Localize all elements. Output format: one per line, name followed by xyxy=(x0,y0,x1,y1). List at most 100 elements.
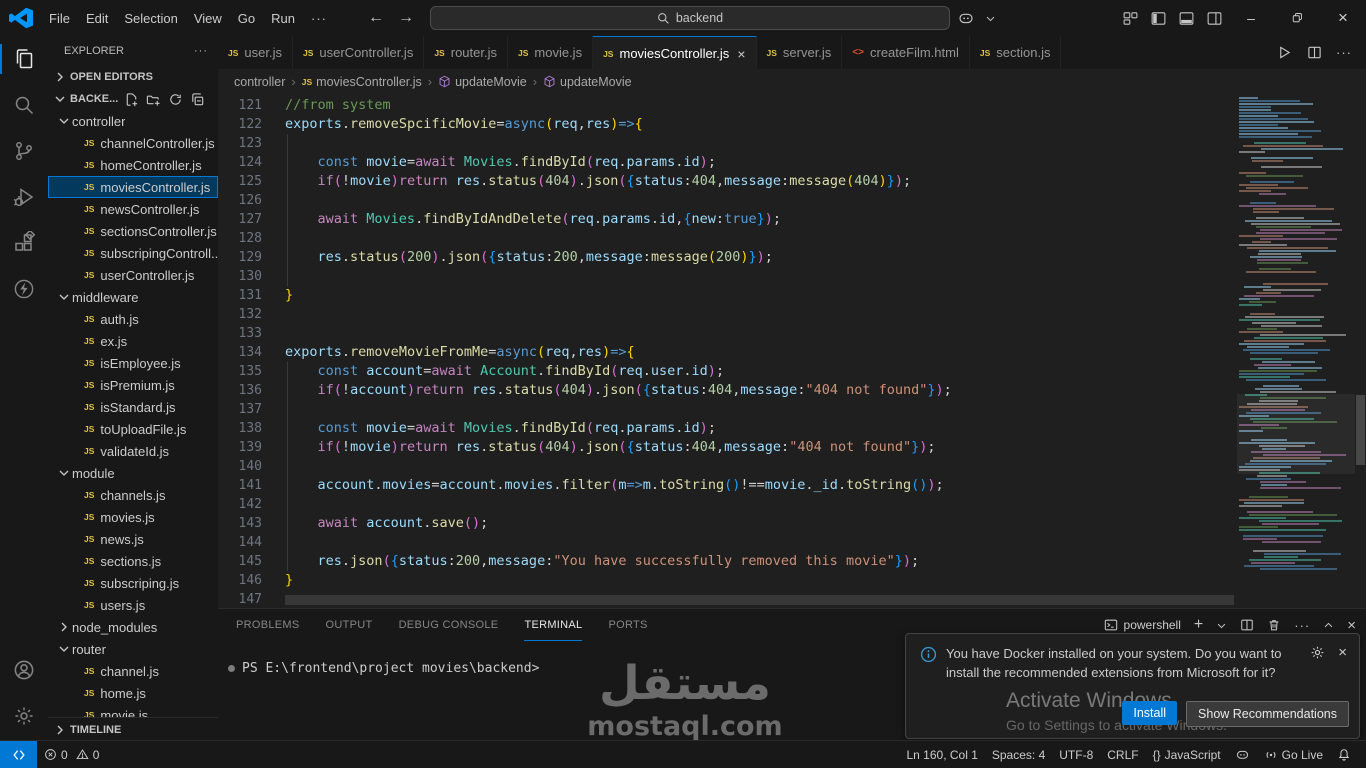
minimap-slider[interactable] xyxy=(1237,394,1355,474)
folder-controller[interactable]: controller xyxy=(48,110,218,132)
code-line-140[interactable]: 140 xyxy=(218,457,1237,476)
code-line-131[interactable]: 131} xyxy=(218,286,1237,305)
panel-more-icon[interactable]: ··· xyxy=(1294,618,1310,633)
code-line-129[interactable]: 129 res.status(200).json({status:200,mes… xyxy=(218,248,1237,267)
menu-selection[interactable]: Selection xyxy=(116,8,185,29)
encoding[interactable]: UTF-8 xyxy=(1052,741,1100,768)
extensions-icon[interactable] xyxy=(0,220,48,266)
tab-section-js[interactable]: JS section.js xyxy=(969,36,1062,69)
remote-indicator[interactable] xyxy=(0,741,37,768)
tab-usercontroller-js[interactable]: JS userController.js xyxy=(292,36,425,69)
forward-arrow-icon[interactable]: → xyxy=(398,9,414,27)
tab-moviescontroller-js[interactable]: JS moviesController.js × xyxy=(593,36,757,71)
file-news-js[interactable]: JS news.js xyxy=(48,528,218,550)
run-debug-icon[interactable] xyxy=(0,174,48,220)
file-channel-js[interactable]: JS channel.js xyxy=(48,660,218,682)
panel-tab-output[interactable]: OUTPUT xyxy=(326,609,373,641)
panel-tab-debug-console[interactable]: DEBUG CONSOLE xyxy=(399,609,499,641)
panel-tab-ports[interactable]: PORTS xyxy=(608,609,647,641)
copilot-icon[interactable] xyxy=(952,4,980,32)
panel-tab-problems[interactable]: PROBLEMS xyxy=(236,609,300,641)
code-line-141[interactable]: 141 account.movies=account.movies.filter… xyxy=(218,476,1237,495)
new-folder-icon[interactable] xyxy=(146,92,161,107)
source-control-icon[interactable] xyxy=(0,128,48,174)
code-line-125[interactable]: 125 if(!movie)return res.status(404).jso… xyxy=(218,172,1237,191)
file-home-js[interactable]: JS home.js xyxy=(48,682,218,704)
collapse-all-icon[interactable] xyxy=(190,92,205,107)
close-panel-icon[interactable]: × xyxy=(1347,617,1356,634)
file-moviescontroller-js[interactable]: JS moviesController.js xyxy=(48,176,218,198)
open-editors-section[interactable]: OPEN EDITORS xyxy=(48,66,218,88)
menu-overflow-icon[interactable]: ··· xyxy=(303,8,335,29)
file-isemployee-js[interactable]: JS isEmployee.js xyxy=(48,352,218,374)
install-button[interactable]: Install xyxy=(1122,701,1178,725)
editor-more-icon[interactable]: ··· xyxy=(1332,41,1356,65)
language-mode[interactable]: {} JavaScript xyxy=(1146,741,1228,768)
code-line-122[interactable]: 122 exports.removeSpcificMovie=async(req,… xyxy=(218,115,1237,134)
code-line-133[interactable]: 133 xyxy=(218,324,1237,343)
close-button[interactable]: × xyxy=(1320,1,1366,36)
run-file-icon[interactable] xyxy=(1272,41,1296,65)
tab-server-js[interactable]: JS server.js xyxy=(756,36,843,69)
file-ispremium-js[interactable]: JS isPremium.js xyxy=(48,374,218,396)
terminal-dropdown-icon[interactable] xyxy=(1216,620,1227,631)
file-validateid-js[interactable]: JS validateId.js xyxy=(48,440,218,462)
code-line-136[interactable]: 136 if(!account)return res.status(404).j… xyxy=(218,381,1237,400)
code-line-145[interactable]: 145 res.json({status:200,message:"You ha… xyxy=(218,552,1237,571)
file-users-js[interactable]: JS users.js xyxy=(48,594,218,616)
code-line-128[interactable]: 128 xyxy=(218,229,1237,248)
code-line-121[interactable]: 121//from system xyxy=(218,96,1237,115)
file-subscripingcontroll-[interactable]: JS subscripingControll... xyxy=(48,242,218,264)
code-line-146[interactable]: 146} xyxy=(218,571,1237,590)
copilot-chevron-down-icon[interactable] xyxy=(982,4,998,32)
file-sectionscontroller-js[interactable]: JS sectionsController.js xyxy=(48,220,218,242)
split-terminal-icon[interactable] xyxy=(1240,618,1254,632)
code-line-134[interactable]: 134 exports.removeMovieFromMe=async(req,r… xyxy=(218,343,1237,362)
customize-layout-icon[interactable] xyxy=(1116,4,1144,32)
code-line-139[interactable]: 139 if(!movie)return res.status(404).jso… xyxy=(218,438,1237,457)
tab-user-js[interactable]: JS user.js xyxy=(218,36,293,69)
maximize-button[interactable] xyxy=(1274,1,1320,36)
notifications-bell-icon[interactable] xyxy=(1330,741,1358,768)
file-touploadfile-js[interactable]: JS toUploadFile.js xyxy=(48,418,218,440)
code-line-144[interactable]: 144 xyxy=(218,533,1237,552)
timeline-section[interactable]: TIMELINE xyxy=(48,717,218,741)
folder-node-modules[interactable]: node_modules xyxy=(48,616,218,638)
code-line-132[interactable]: 132 xyxy=(218,305,1237,324)
toggle-panel-icon[interactable] xyxy=(1172,4,1200,32)
file-sections-js[interactable]: JS sections.js xyxy=(48,550,218,572)
breadcrumb-item[interactable]: JS moviesController.js xyxy=(302,75,422,89)
breadcrumb-item[interactable]: controller xyxy=(234,75,285,89)
menu-run[interactable]: Run xyxy=(263,8,303,29)
explorer-more-icon[interactable]: ··· xyxy=(194,45,208,57)
folder-module[interactable]: module xyxy=(48,462,218,484)
menu-file[interactable]: File xyxy=(41,8,78,29)
horizontal-scrollbar[interactable] xyxy=(285,595,1234,605)
kill-terminal-icon[interactable] xyxy=(1267,618,1281,632)
file-isstandard-js[interactable]: JS isStandard.js xyxy=(48,396,218,418)
code-line-138[interactable]: 138 const movie=await Movies.findById(re… xyxy=(218,419,1237,438)
notification-settings-icon[interactable] xyxy=(1310,645,1325,660)
code-line-142[interactable]: 142 xyxy=(218,495,1237,514)
file-auth-js[interactable]: JS auth.js xyxy=(48,308,218,330)
close-tab-icon[interactable]: × xyxy=(737,46,745,62)
thunder-client-icon[interactable] xyxy=(0,266,48,312)
folder-middleware[interactable]: middleware xyxy=(48,286,218,308)
eol-sequence[interactable]: CRLF xyxy=(1100,741,1145,768)
refresh-icon[interactable] xyxy=(168,92,183,107)
show-recommendations-button[interactable]: Show Recommendations xyxy=(1186,701,1349,727)
settings-icon[interactable] xyxy=(0,693,48,739)
file-newscontroller-js[interactable]: JS newsController.js xyxy=(48,198,218,220)
split-editor-icon[interactable] xyxy=(1302,41,1326,65)
cursor-position[interactable]: Ln 160, Col 1 xyxy=(899,741,984,768)
vertical-scrollbar[interactable] xyxy=(1356,395,1365,465)
notification-close-icon[interactable]: × xyxy=(1338,645,1347,660)
project-section[interactable]: BACKE... xyxy=(48,88,218,110)
menu-go[interactable]: Go xyxy=(230,8,263,29)
back-arrow-icon[interactable]: ← xyxy=(368,9,384,27)
search-icon[interactable] xyxy=(0,82,48,128)
accounts-icon[interactable] xyxy=(0,647,48,693)
code-line-126[interactable]: 126 xyxy=(218,191,1237,210)
code-line-130[interactable]: 130 xyxy=(218,267,1237,286)
code-line-123[interactable]: 123 xyxy=(218,134,1237,153)
